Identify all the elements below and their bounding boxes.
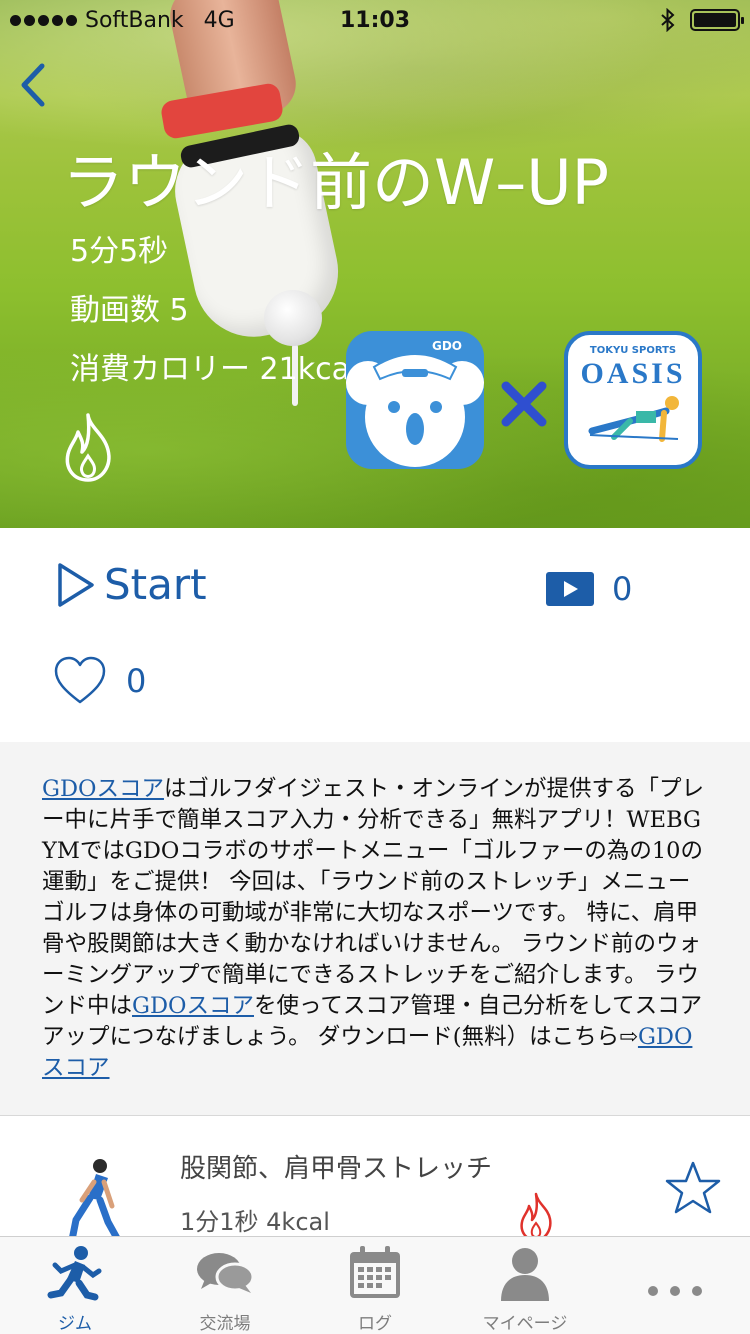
back-chevron-icon[interactable] bbox=[16, 62, 56, 108]
list-item[interactable]: 股関節、肩甲骨ストレッチ 1分1秒 4kcal bbox=[0, 1118, 750, 1236]
gdo-score-link[interactable]: GDOスコア bbox=[42, 776, 164, 802]
tab-log[interactable]: ログ bbox=[300, 1237, 450, 1334]
runner-icon bbox=[47, 1246, 102, 1301]
favorite-star-icon[interactable] bbox=[664, 1160, 722, 1216]
video-views-count: 0 bbox=[612, 570, 633, 608]
flame-icon bbox=[65, 413, 111, 482]
video-play-icon bbox=[546, 572, 594, 606]
tab-label: ジム bbox=[58, 1314, 92, 1334]
heart-icon bbox=[54, 656, 106, 704]
more-dots-icon bbox=[648, 1286, 702, 1296]
status-time: 11:03 bbox=[339, 8, 411, 33]
tab-label: ログ bbox=[358, 1314, 392, 1334]
gdo-score-link[interactable]: GDOスコア bbox=[132, 993, 254, 1019]
video-count: 動画数 5 bbox=[70, 293, 189, 328]
description-part1: はゴルフダイジェスト・オンラインが提供する「プレー中に片手で簡単スコア入力・分析… bbox=[42, 776, 704, 1019]
tab-label: マイページ bbox=[482, 1314, 568, 1334]
calendar-icon bbox=[350, 1246, 400, 1298]
page-title: ラウンド前のW–UP bbox=[62, 146, 610, 219]
oasis-app-icon: TOKYU SPORTS OASIS bbox=[564, 331, 702, 469]
tab-label: 交流場 bbox=[199, 1314, 251, 1334]
chat-bubbles-icon bbox=[197, 1253, 255, 1293]
gdo-label: GDO bbox=[432, 339, 463, 353]
tab-community[interactable]: 交流場 bbox=[150, 1237, 300, 1334]
gdo-app-icon: GDO bbox=[346, 331, 484, 469]
tab-more[interactable] bbox=[600, 1237, 750, 1334]
start-button[interactable]: Start bbox=[56, 560, 207, 609]
battery-icon bbox=[690, 9, 744, 31]
play-outline-icon bbox=[58, 562, 94, 607]
description-text: GDOスコアはゴルフダイジェスト・オンラインが提供する「プレー中に片手で簡単スコ… bbox=[42, 774, 712, 1084]
golf-ball bbox=[264, 290, 322, 346]
video-views: 0 bbox=[546, 570, 632, 608]
bluetooth-icon bbox=[661, 8, 675, 32]
hero-banner: SoftBank 4G 11:03 ラウンド前のW–UP 5分5秒 動画数 5 … bbox=[0, 0, 750, 528]
description-section: GDOスコアはゴルフダイジェスト・オンラインが提供する「プレー中に片手で簡単スコ… bbox=[0, 742, 750, 1116]
like-button[interactable]: 0 bbox=[54, 656, 146, 706]
flame-icon bbox=[520, 1192, 552, 1236]
start-label: Start bbox=[104, 560, 207, 609]
menu-item-title: 股関節、肩甲骨ストレッチ bbox=[180, 1154, 493, 1184]
status-bar: SoftBank 4G 11:03 bbox=[0, 0, 750, 40]
person-icon bbox=[501, 1248, 549, 1301]
tab-mypage[interactable]: マイページ bbox=[450, 1237, 600, 1334]
status-right bbox=[660, 8, 744, 32]
like-count: 0 bbox=[126, 662, 147, 700]
collaboration-x-icon bbox=[501, 381, 547, 427]
workout-duration: 5分5秒 bbox=[70, 234, 169, 269]
koala-icon bbox=[346, 353, 484, 467]
tab-gym[interactable]: ジム bbox=[0, 1237, 150, 1334]
stretch-exercise-thumbnail bbox=[69, 1159, 120, 1236]
calorie-info: 消費カロリー 21kcal bbox=[70, 352, 359, 387]
tab-bar: ジム 交流場 ログ マイページ bbox=[0, 1236, 750, 1334]
menu-item-meta: 1分1秒 4kcal bbox=[180, 1208, 330, 1236]
plank-figure-icon bbox=[588, 396, 679, 442]
